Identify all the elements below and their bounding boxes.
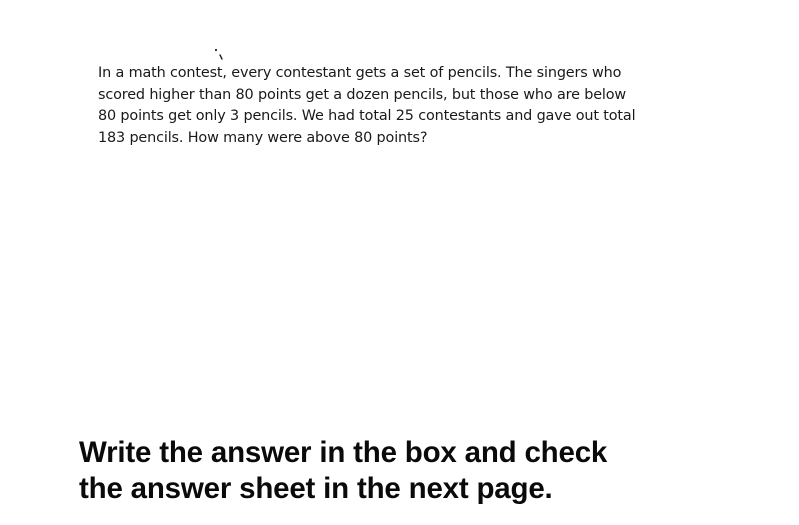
stray-mark-icon xyxy=(214,48,223,60)
question-text: In a math contest, every contestant gets… xyxy=(98,65,636,147)
instruction-line-1: Write the answer in the box and check xyxy=(79,436,608,469)
instruction-text: Write the answer in the box and check th… xyxy=(79,435,739,507)
instruction-line-2: the answer sheet in the next page. xyxy=(79,472,553,505)
